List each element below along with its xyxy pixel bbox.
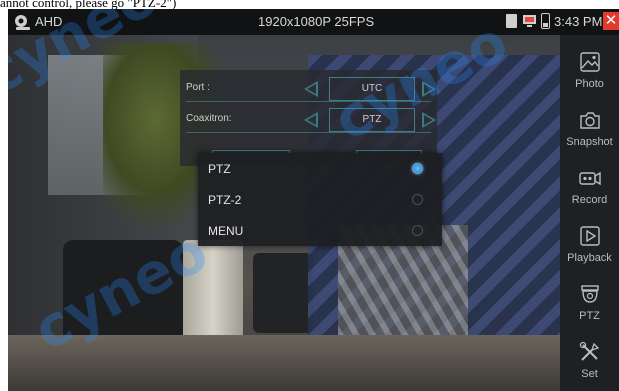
option-label: PTZ: [208, 162, 231, 176]
right-toolbar: Photo Snapshot Record Playback PTZ Set: [560, 35, 619, 391]
ptz-button[interactable]: PTZ: [560, 279, 619, 335]
video-camera-icon: [579, 167, 601, 189]
coaxitron-label: Coaxitron:: [186, 113, 232, 124]
tools-icon: [579, 341, 601, 363]
dome-camera-icon: [579, 283, 601, 305]
option-menu[interactable]: MENU: [198, 215, 442, 246]
close-button[interactable]: ✕: [603, 12, 619, 30]
playback-label: Playback: [567, 252, 612, 264]
resolution-label: 1920x1080P 25FPS: [258, 14, 375, 29]
option-label: MENU: [208, 224, 244, 238]
port-prev-arrow-icon[interactable]: [304, 81, 318, 97]
option-ptz-2[interactable]: PTZ-2: [198, 184, 442, 215]
camera-icon: [579, 109, 601, 131]
scene-chair-back: [253, 253, 313, 333]
photo-icon: [579, 51, 601, 73]
battery-icon: [541, 13, 550, 29]
option-ptz[interactable]: PTZ: [198, 153, 442, 184]
snapshot-label: Snapshot: [566, 136, 613, 148]
document-caption: annot control, please go "PTZ-2"): [0, 0, 177, 10]
port-label: Port :: [186, 82, 210, 93]
radio-selected-icon[interactable]: [412, 163, 423, 174]
photo-label: Photo: [575, 78, 604, 90]
set-button[interactable]: Set: [560, 337, 619, 391]
radio-empty-icon[interactable]: [412, 225, 423, 236]
coaxitron-options-popup: PTZ PTZ-2 MENU: [198, 153, 442, 246]
coaxitron-prev-arrow-icon[interactable]: [304, 112, 318, 128]
network-icon: [523, 15, 536, 27]
ptz-label: PTZ: [579, 310, 600, 322]
radio-empty-icon[interactable]: [412, 194, 423, 205]
snapshot-button[interactable]: Snapshot: [560, 105, 619, 161]
photo-button[interactable]: Photo: [560, 47, 619, 103]
tester-screen: AHD 1920x1080P 25FPS 3:43 PM ✕ Photo Sna…: [8, 9, 619, 391]
sd-card-icon: [506, 14, 517, 28]
clock: 3:43 PM: [554, 14, 603, 29]
option-label: PTZ-2: [208, 193, 242, 207]
play-icon: [579, 225, 601, 247]
record-button[interactable]: Record: [560, 163, 619, 219]
playback-button[interactable]: Playback: [560, 221, 619, 277]
set-label: Set: [581, 368, 598, 380]
record-label: Record: [571, 194, 608, 206]
